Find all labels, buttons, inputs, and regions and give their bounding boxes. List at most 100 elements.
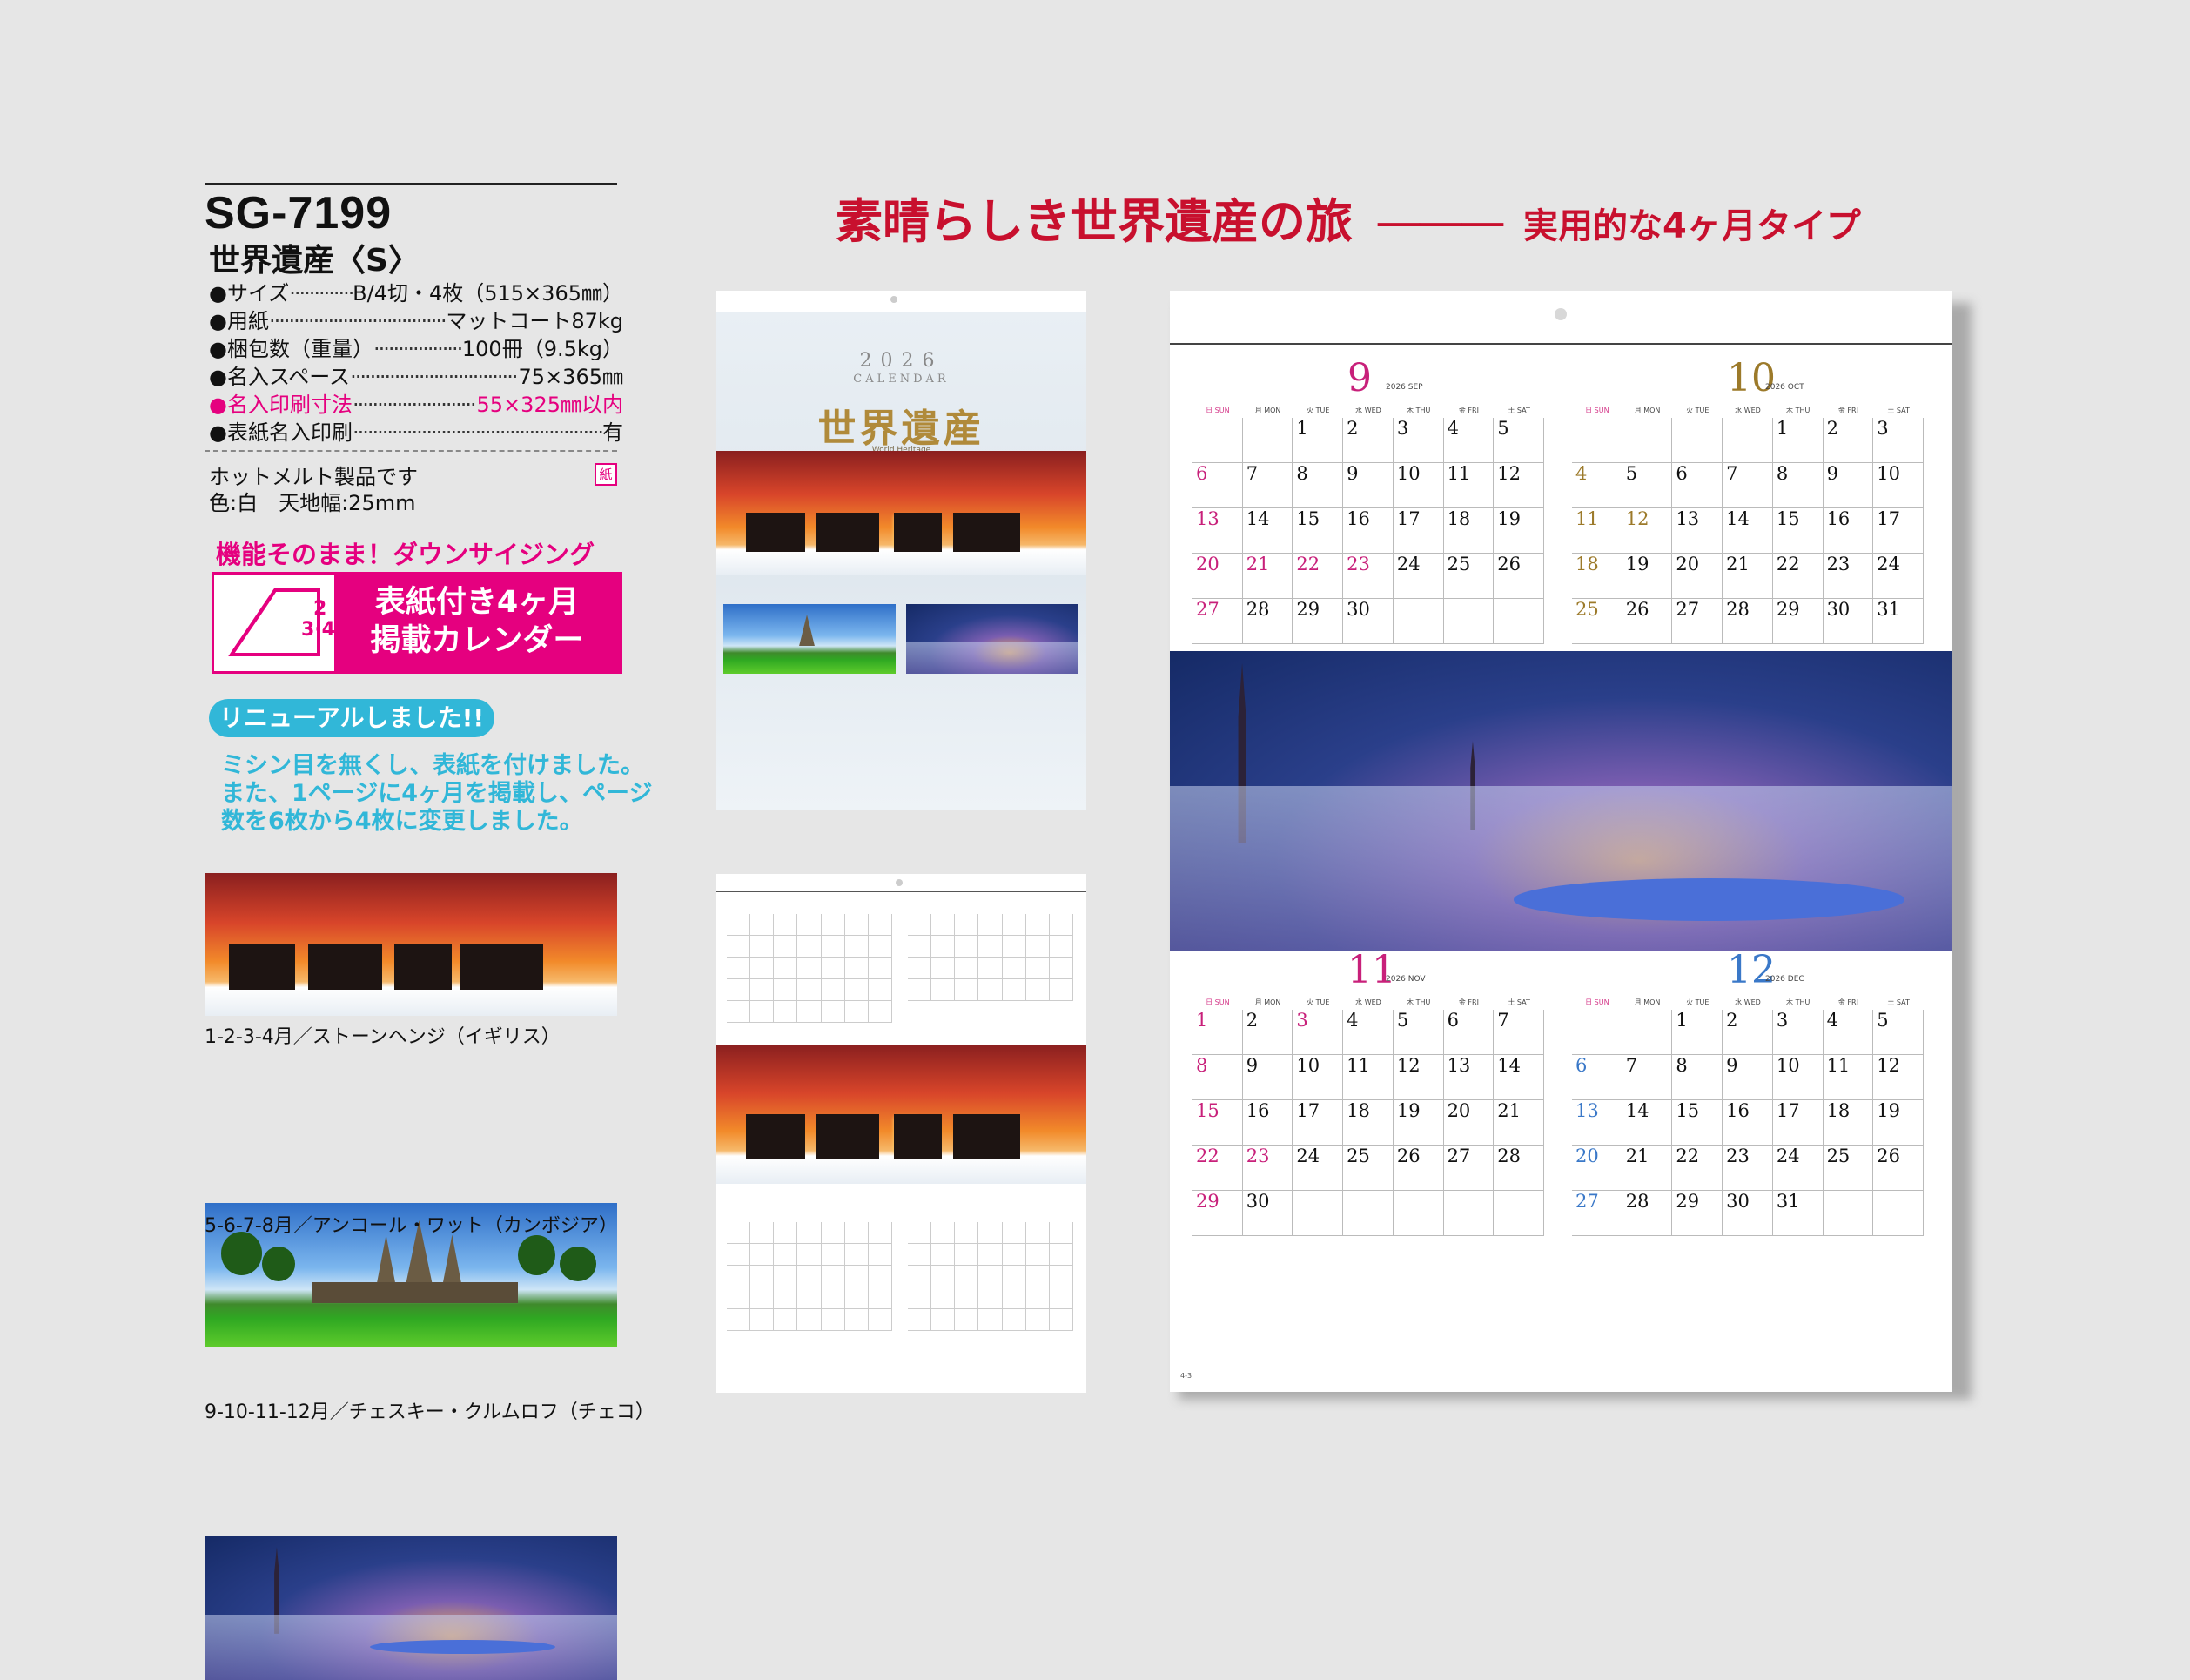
spec-key: ●サイズ xyxy=(209,281,290,306)
cover-title: 世界遺産 xyxy=(817,407,985,451)
day-cell: 20 xyxy=(1572,1146,1622,1191)
month-label: 2026 NOV xyxy=(1386,975,1426,984)
day-cell xyxy=(1343,1191,1394,1236)
day-cell: 14 xyxy=(1723,508,1773,554)
day-cell: 12 xyxy=(1393,1055,1444,1100)
day-cell xyxy=(1873,1191,1924,1236)
day-cell: 25 xyxy=(1343,1146,1394,1191)
headline-main: 素晴らしき世界遺産の旅 xyxy=(836,193,1353,249)
day-cell: 16 xyxy=(1823,508,1874,554)
day-cell: 26 xyxy=(1873,1146,1924,1191)
cover-calendar-word: CALENDAR xyxy=(853,373,950,386)
day-cell: 31 xyxy=(1873,599,1924,644)
weekday-label: 月 MON xyxy=(1634,407,1661,414)
spec-row-cover-print: ●表紙名入印刷 有 xyxy=(209,419,623,447)
day-cell: 3 xyxy=(1772,1010,1824,1055)
weekday-label: 火 TUE xyxy=(1686,407,1710,414)
day-cell: 30 xyxy=(1823,599,1874,644)
weekday-label: 金 FRI xyxy=(1837,407,1858,414)
day-cell: 21 xyxy=(1494,1100,1544,1146)
day-cell xyxy=(1672,418,1723,463)
day-cell: 15 xyxy=(1192,1100,1243,1146)
day-cell: 5 xyxy=(1873,1010,1924,1055)
day-cell: 29 xyxy=(1192,1191,1243,1236)
spec-key: ●名入印刷寸法 xyxy=(209,393,353,417)
day-cell: 17 xyxy=(1293,1100,1344,1146)
day-cell: 21 xyxy=(1723,554,1773,599)
day-cell: 21 xyxy=(1622,1146,1673,1191)
weekday-label: 土 SAT xyxy=(1887,407,1910,414)
day-cell: 26 xyxy=(1393,1146,1444,1191)
day-cell: 27 xyxy=(1572,1191,1622,1236)
weekday-label: 木 THU xyxy=(1786,998,1810,1006)
spec-value: B/4切・4枚（515×365㎜） xyxy=(353,281,623,306)
weekday-label: 水 WED xyxy=(1735,407,1761,414)
day-cell: 10 xyxy=(1873,463,1924,508)
day-cell: 4 xyxy=(1572,463,1622,508)
spec-value: 55×325㎜以内 xyxy=(476,393,623,417)
day-cell xyxy=(1393,1191,1444,1236)
month-block-october: 10 2026 OCT 日 SUN 月 MON 火 TUE 水 WED 木 THU 金 FRI… xyxy=(1572,357,1924,644)
day-cell: 11 xyxy=(1343,1055,1394,1100)
month-label: 2026 DEC xyxy=(1765,975,1804,984)
feature-box: 2 3·4 表紙付き4ヶ月 掲載カレンダー xyxy=(212,572,622,674)
day-cell: 30 xyxy=(1343,599,1394,644)
day-cell: 10 xyxy=(1293,1055,1344,1100)
day-cell xyxy=(1443,1191,1495,1236)
cover-photo-stonehenge xyxy=(716,451,1086,575)
day-cell: 6 xyxy=(1443,1010,1495,1055)
spec-value: 75×365㎜ xyxy=(518,365,623,389)
feature-description: 表紙付き4ヶ月 掲載カレンダー xyxy=(334,575,620,671)
day-cell xyxy=(1192,418,1243,463)
day-cell: 22 xyxy=(1672,1146,1723,1191)
day-cell: 19 xyxy=(1393,1100,1444,1146)
weekday-label: 火 TUE xyxy=(1686,998,1710,1006)
headline: 素晴らしき世界遺産の旅 ——— 実用的な4ヶ月タイプ xyxy=(836,183,1861,252)
weekday-label: 日 SUN xyxy=(1206,998,1230,1006)
day-cell: 19 xyxy=(1494,508,1544,554)
day-cell: 15 xyxy=(1672,1100,1723,1146)
day-cell: 13 xyxy=(1192,508,1243,554)
spec-row-paper: ●用紙 マットコート87kg xyxy=(209,307,623,335)
day-cell: 18 xyxy=(1443,508,1495,554)
day-cell: 9 xyxy=(1723,1055,1773,1100)
spec-row-name-space: ●名入スペース 75×365㎜ xyxy=(209,363,623,391)
day-cell: 12 xyxy=(1622,508,1673,554)
day-cell: 17 xyxy=(1772,1100,1824,1146)
day-cell: 28 xyxy=(1494,1146,1544,1191)
day-cell: 2 xyxy=(1823,418,1874,463)
weekday-label: 金 FRI xyxy=(1458,998,1479,1006)
day-cell: 5 xyxy=(1393,1010,1444,1055)
day-cell: 20 xyxy=(1192,554,1243,599)
renewal-badge: リニューアルしました!! xyxy=(209,699,495,737)
day-cell: 1 xyxy=(1192,1010,1243,1055)
weekday-label: 火 TUE xyxy=(1307,407,1330,414)
day-cell: 3 xyxy=(1293,1010,1344,1055)
day-cell: 23 xyxy=(1242,1146,1293,1191)
thumbnail-stonehenge xyxy=(205,873,617,1016)
day-cell xyxy=(1494,599,1544,644)
cover-photo-angkor xyxy=(723,604,896,674)
calendar-cover-preview: 2026 CALENDAR 世界遺産 World Heritage xyxy=(716,291,1086,810)
day-cell xyxy=(1393,599,1444,644)
day-cell: 27 xyxy=(1443,1146,1495,1191)
day-cell: 24 xyxy=(1873,554,1924,599)
day-cell: 21 xyxy=(1242,554,1293,599)
spec-key: ●名入スペース xyxy=(209,365,351,389)
day-cell: 13 xyxy=(1672,508,1723,554)
day-cell: 27 xyxy=(1672,599,1723,644)
day-cell: 28 xyxy=(1622,1191,1673,1236)
day-cell: 15 xyxy=(1772,508,1824,554)
day-cell: 16 xyxy=(1242,1100,1293,1146)
day-cell: 30 xyxy=(1723,1191,1773,1236)
day-cell xyxy=(1242,418,1293,463)
day-cell: 20 xyxy=(1672,554,1723,599)
spec-row-size: ●サイズ B/4切・4枚（515×365㎜） xyxy=(209,279,623,307)
thumbnail-caption: 5-6-7-8月／アンコール・ワット（カンボジア） xyxy=(205,1215,618,1237)
day-cell: 13 xyxy=(1443,1055,1495,1100)
thumbnail-caption: 9-10-11-12月／チェスキー・クルムロフ（チェコ） xyxy=(205,1401,655,1423)
weekday-label: 日 SUN xyxy=(1585,998,1609,1006)
month-label: 2026 SEP xyxy=(1386,383,1423,392)
day-cell: 8 xyxy=(1772,463,1824,508)
month-label: 2026 OCT xyxy=(1765,383,1804,392)
